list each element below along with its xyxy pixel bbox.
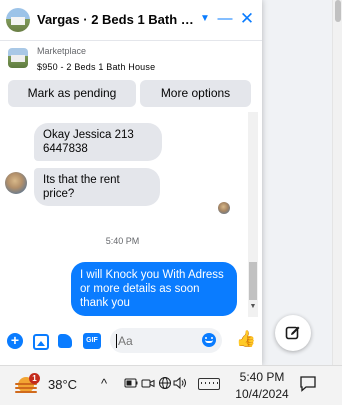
sender-avatar[interactable] (5, 172, 27, 194)
like-icon[interactable]: 👍 (236, 331, 256, 349)
clock-date[interactable]: 10/4/2024 (231, 387, 293, 401)
mark-as-pending-button[interactable]: Mark as pending (8, 80, 136, 107)
keyboard-icon[interactable] (198, 378, 220, 390)
sticker-icon[interactable] (58, 334, 72, 348)
page-scrollbar-thumb[interactable] (335, 0, 341, 22)
chat-scrollbar-thumb[interactable] (249, 262, 257, 300)
close-icon[interactable]: ✕ (238, 10, 256, 28)
chevron-down-icon[interactable]: ▼ (196, 10, 214, 28)
volume-icon[interactable] (172, 376, 188, 394)
network-icon[interactable] (158, 376, 172, 394)
compose-icon (285, 326, 300, 340)
chat-scrollbar[interactable] (248, 112, 258, 317)
message-list: Okay Jessica 213 6447838 Its that the re… (0, 112, 262, 317)
outgoing-message: I will Knock you With Adress or more det… (71, 262, 237, 316)
message-timestamp: 5:40 PM (105, 236, 140, 246)
text-caret (116, 334, 117, 348)
emoji-icon[interactable] (202, 333, 216, 347)
clock-time[interactable]: 5:40 PM (237, 370, 287, 384)
chevron-up-icon[interactable]: ^ (101, 376, 107, 392)
minimize-icon[interactable]: — (216, 10, 234, 28)
scroll-down-arrow-icon[interactable]: ▼ (248, 302, 258, 312)
seen-indicator-avatar (218, 202, 230, 214)
photo-icon[interactable] (33, 334, 49, 350)
listing-thumbnail (8, 48, 28, 68)
chat-title[interactable]: Vargas · 2 Beds 1 Bath House (37, 12, 197, 27)
weather-alert-badge: 1 (29, 373, 40, 384)
chat-header: Vargas · 2 Beds 1 Bath House ▼ — ✕ (0, 0, 262, 41)
page-scrollbar[interactable] (332, 0, 342, 365)
marketplace-label: Marketplace (37, 46, 87, 56)
camera-icon[interactable] (141, 376, 155, 394)
notifications-icon[interactable] (299, 375, 317, 392)
gif-icon[interactable]: GIF (83, 333, 101, 349)
chat-window: Vargas · 2 Beds 1 Bath House ▼ — ✕ Marke… (0, 0, 262, 365)
new-message-button[interactable] (275, 315, 311, 351)
more-options-button[interactable]: More options (140, 80, 251, 107)
incoming-message: Its that the rent price? (34, 168, 160, 206)
plus-icon[interactable]: + (7, 333, 23, 349)
weather-temperature[interactable]: 38°C (48, 377, 77, 392)
battery-icon[interactable] (124, 376, 138, 394)
listing-avatar[interactable] (6, 8, 30, 32)
message-composer: + GIF 👍 (0, 325, 262, 357)
listing-title: $950 - 2 Beds 1 Bath House (37, 62, 156, 72)
incoming-message: Okay Jessica 213 6447838 (34, 123, 162, 161)
page-background (262, 0, 342, 365)
marketplace-listing[interactable]: Marketplace $950 - 2 Beds 1 Bath House (0, 40, 262, 78)
taskbar: 1 38°C ^ 5:40 PM 10/4/2024 (0, 365, 342, 405)
